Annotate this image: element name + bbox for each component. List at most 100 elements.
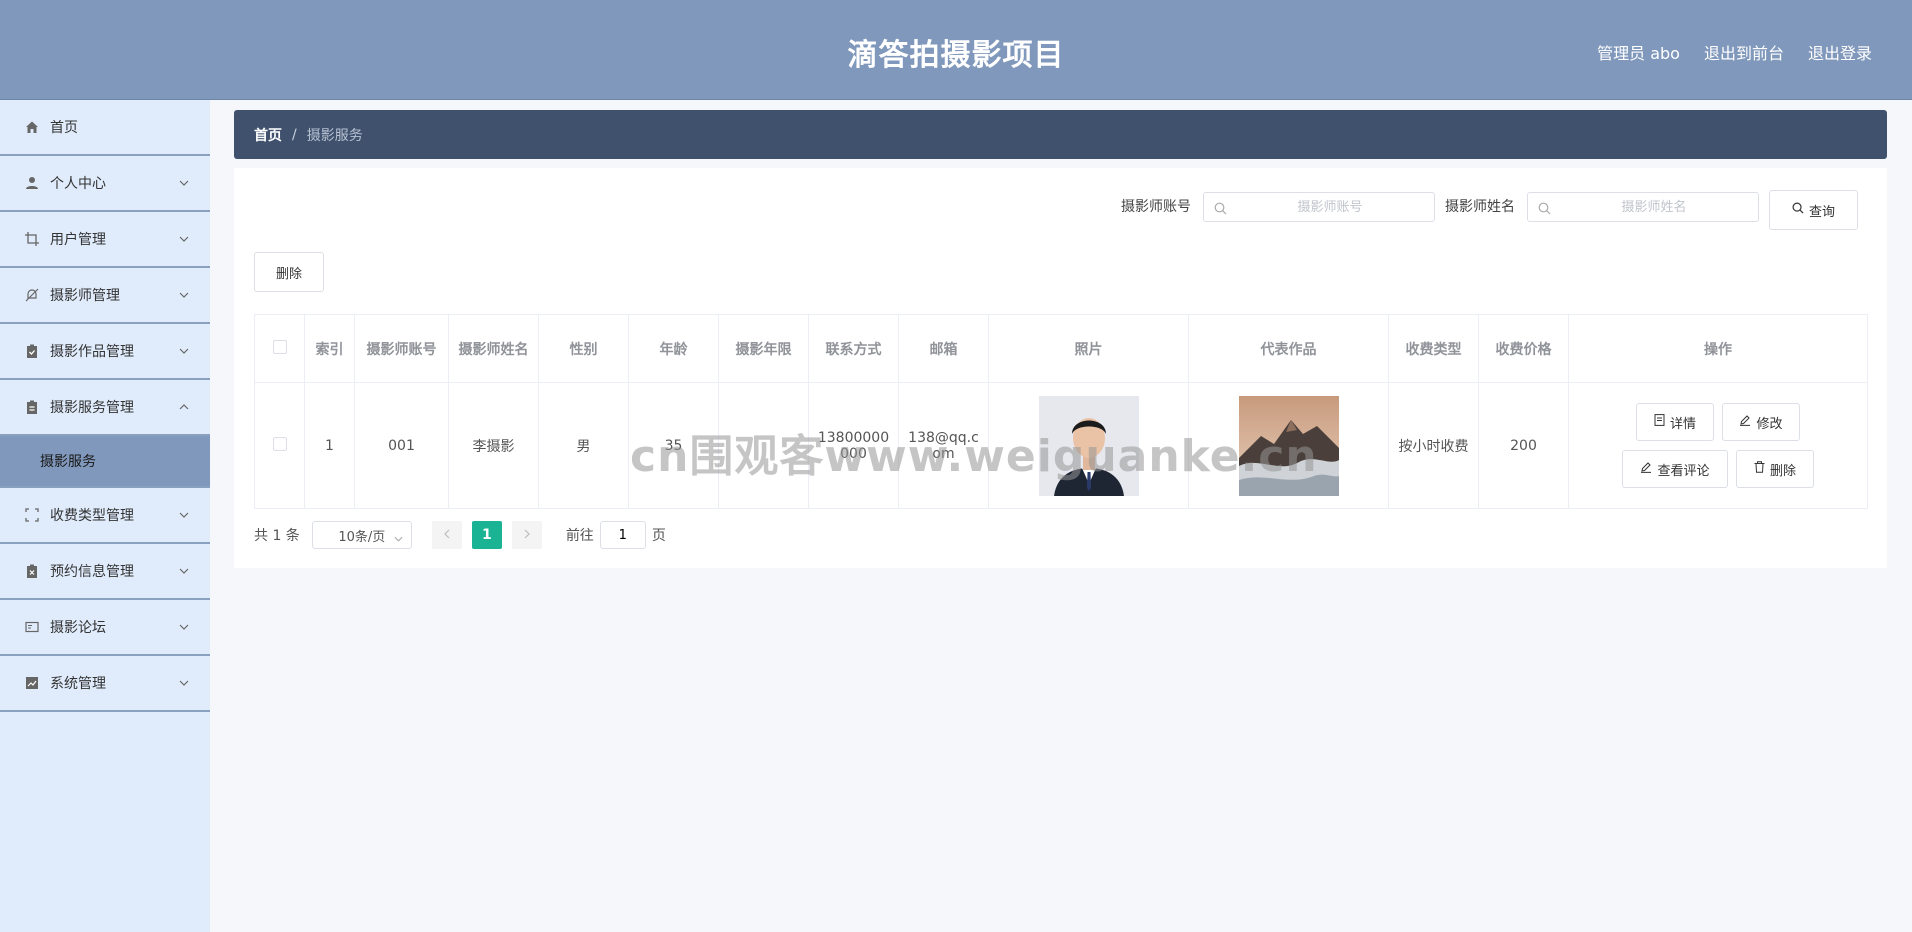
table-header-row: 索引 摄影师账号 摄影师姓名 性别 年龄 摄影年限 联系方式 邮箱 照片 代表作… bbox=[254, 314, 1868, 383]
phone-cell: 13800000000 bbox=[808, 382, 899, 509]
query-button[interactable]: 查询 bbox=[1769, 190, 1858, 230]
sidebar-item-label: 用户管理 bbox=[50, 232, 106, 248]
email-cell: 138@qq.com bbox=[898, 382, 989, 509]
account-cell: 001 bbox=[354, 382, 449, 509]
edit-button-label: 修改 bbox=[1756, 416, 1783, 432]
edit-icon bbox=[1739, 414, 1751, 430]
goto-page-unit: 页 bbox=[651, 528, 666, 544]
sidebar-item-photographer-management[interactable]: 摄影师管理 bbox=[0, 268, 210, 324]
representative-work-image[interactable] bbox=[1238, 395, 1339, 496]
account-search-input[interactable] bbox=[1203, 192, 1435, 222]
years-cell bbox=[718, 382, 809, 509]
sidebar-item-booking-management[interactable]: 预约信息管理 bbox=[0, 544, 210, 600]
search-icon bbox=[1214, 200, 1228, 215]
batch-delete-label: 删除 bbox=[275, 266, 302, 282]
row-delete-label: 删除 bbox=[1769, 463, 1796, 479]
page-number-active[interactable]: 1 bbox=[471, 521, 502, 549]
fee-type-cell: 按小时收费 bbox=[1388, 382, 1479, 509]
row-checkbox[interactable] bbox=[272, 436, 287, 451]
view-comments-button[interactable]: 查看评论 bbox=[1622, 450, 1728, 488]
column-header: 年龄 bbox=[628, 314, 719, 383]
row-delete-button[interactable]: 删除 bbox=[1736, 450, 1814, 488]
name-search-input[interactable] bbox=[1527, 192, 1759, 222]
sidebar-item-service-management[interactable]: 摄影服务管理 bbox=[0, 380, 210, 436]
page-size-value: 10条/页 bbox=[338, 529, 386, 545]
sidebar-item-label: 收费类型管理 bbox=[50, 508, 134, 524]
breadcrumb: 首页 / 摄影服务 bbox=[234, 110, 1887, 159]
photographer-service-table: 索引 摄影师账号 摄影师姓名 性别 年龄 摄影年限 联系方式 邮箱 照片 代表作… bbox=[254, 314, 1868, 509]
breadcrumb-home[interactable]: 首页 bbox=[254, 125, 282, 145]
column-header: 操作 bbox=[1568, 314, 1868, 383]
column-header: 摄影年限 bbox=[718, 314, 809, 383]
clipboard-x-icon bbox=[24, 563, 40, 579]
exit-to-front-link[interactable]: 退出到前台 bbox=[1704, 40, 1784, 64]
goto-page-input[interactable] bbox=[599, 521, 646, 549]
detail-button[interactable]: 详情 bbox=[1636, 403, 1714, 441]
select-all-cell bbox=[254, 314, 305, 383]
chevron-down-icon bbox=[178, 621, 190, 633]
column-header: 邮箱 bbox=[898, 314, 989, 383]
next-page-button[interactable] bbox=[511, 521, 542, 549]
column-header: 收费价格 bbox=[1478, 314, 1569, 383]
sidebar-subitem-photo-service[interactable]: 摄影服务 bbox=[0, 436, 210, 488]
user-icon bbox=[24, 175, 40, 191]
photo-cell bbox=[988, 382, 1189, 509]
sidebar-item-label: 首页 bbox=[50, 120, 78, 136]
edit-icon bbox=[1640, 461, 1652, 477]
column-header: 联系方式 bbox=[808, 314, 899, 383]
sidebar-item-works-management[interactable]: 摄影作品管理 bbox=[0, 324, 210, 380]
page-size-select[interactable]: 10条/页 bbox=[311, 521, 412, 549]
actions-cell: 详情 修改 查看评论 删除 bbox=[1568, 382, 1868, 509]
sidebar-item-label: 摄影师管理 bbox=[50, 288, 120, 304]
trash-icon bbox=[1754, 461, 1765, 477]
sidebar-subitem-label: 摄影服务 bbox=[40, 454, 96, 470]
chevron-down-icon bbox=[178, 177, 190, 189]
column-header: 摄影师姓名 bbox=[448, 314, 539, 383]
sidebar-item-fee-type-management[interactable]: 收费类型管理 bbox=[0, 488, 210, 544]
document-icon bbox=[1654, 414, 1665, 430]
clipboard-check-icon bbox=[24, 343, 40, 359]
view-comments-label: 查看评论 bbox=[1657, 463, 1710, 479]
chevron-left-icon bbox=[443, 527, 450, 543]
crop-icon bbox=[24, 231, 40, 247]
search-icon bbox=[1792, 202, 1804, 218]
photographer-photo[interactable] bbox=[1038, 395, 1139, 496]
chevron-down-icon bbox=[178, 289, 190, 301]
sidebar-item-forum[interactable]: 摄影论坛 bbox=[0, 600, 210, 656]
bell-off-icon bbox=[24, 287, 40, 303]
column-header: 摄影师账号 bbox=[354, 314, 449, 383]
sidebar-item-user-management[interactable]: 用户管理 bbox=[0, 212, 210, 268]
name-cell: 李摄影 bbox=[448, 382, 539, 509]
edit-button[interactable]: 修改 bbox=[1722, 403, 1800, 441]
column-header: 性别 bbox=[538, 314, 629, 383]
sidebar-item-system-management[interactable]: 系统管理 bbox=[0, 656, 210, 712]
prev-page-button[interactable] bbox=[431, 521, 462, 549]
select-all-checkbox[interactable] bbox=[272, 339, 287, 354]
sidebar-item-personal-center[interactable]: 个人中心 bbox=[0, 156, 210, 212]
goto-label: 前往 bbox=[565, 528, 594, 544]
gender-cell: 男 bbox=[538, 382, 629, 509]
chevron-right-icon bbox=[524, 527, 530, 543]
sidebar: 首页 个人中心 用户管理 摄影师管理 摄影作品管理 摄影服务管理 摄影服务 收费… bbox=[0, 100, 210, 932]
sidebar-item-label: 预约信息管理 bbox=[50, 564, 134, 580]
sidebar-item-home[interactable]: 首页 bbox=[0, 100, 210, 156]
logout-link[interactable]: 退出登录 bbox=[1808, 40, 1872, 64]
chevron-down-icon bbox=[178, 565, 190, 577]
breadcrumb-current: 摄影服务 bbox=[306, 127, 363, 144]
table-row: 1 001 李摄影 男 35 13800000000 138@qq.com 按小… bbox=[254, 382, 1868, 509]
column-header: 代表作品 bbox=[1188, 314, 1389, 383]
sidebar-item-label: 摄影论坛 bbox=[50, 620, 106, 636]
sidebar-item-label: 摄影服务管理 bbox=[50, 400, 134, 416]
content-panel: 摄影师账号 摄影师姓名 查询 删除 索引 摄影师账号 摄影师姓名 性别 年龄 摄… bbox=[234, 168, 1887, 568]
batch-delete-button[interactable]: 删除 bbox=[254, 252, 324, 292]
pagination-total: 共 1 条 bbox=[254, 528, 300, 544]
sidebar-item-label: 系统管理 bbox=[50, 676, 106, 692]
home-icon bbox=[24, 119, 40, 135]
column-header: 照片 bbox=[988, 314, 1189, 383]
price-cell: 200 bbox=[1478, 382, 1569, 509]
clipboard-icon bbox=[24, 399, 40, 415]
sidebar-item-label: 摄影作品管理 bbox=[50, 344, 134, 360]
column-header: 收费类型 bbox=[1388, 314, 1479, 383]
account-search-label: 摄影师账号 bbox=[1121, 199, 1191, 215]
index-cell: 1 bbox=[304, 382, 355, 509]
